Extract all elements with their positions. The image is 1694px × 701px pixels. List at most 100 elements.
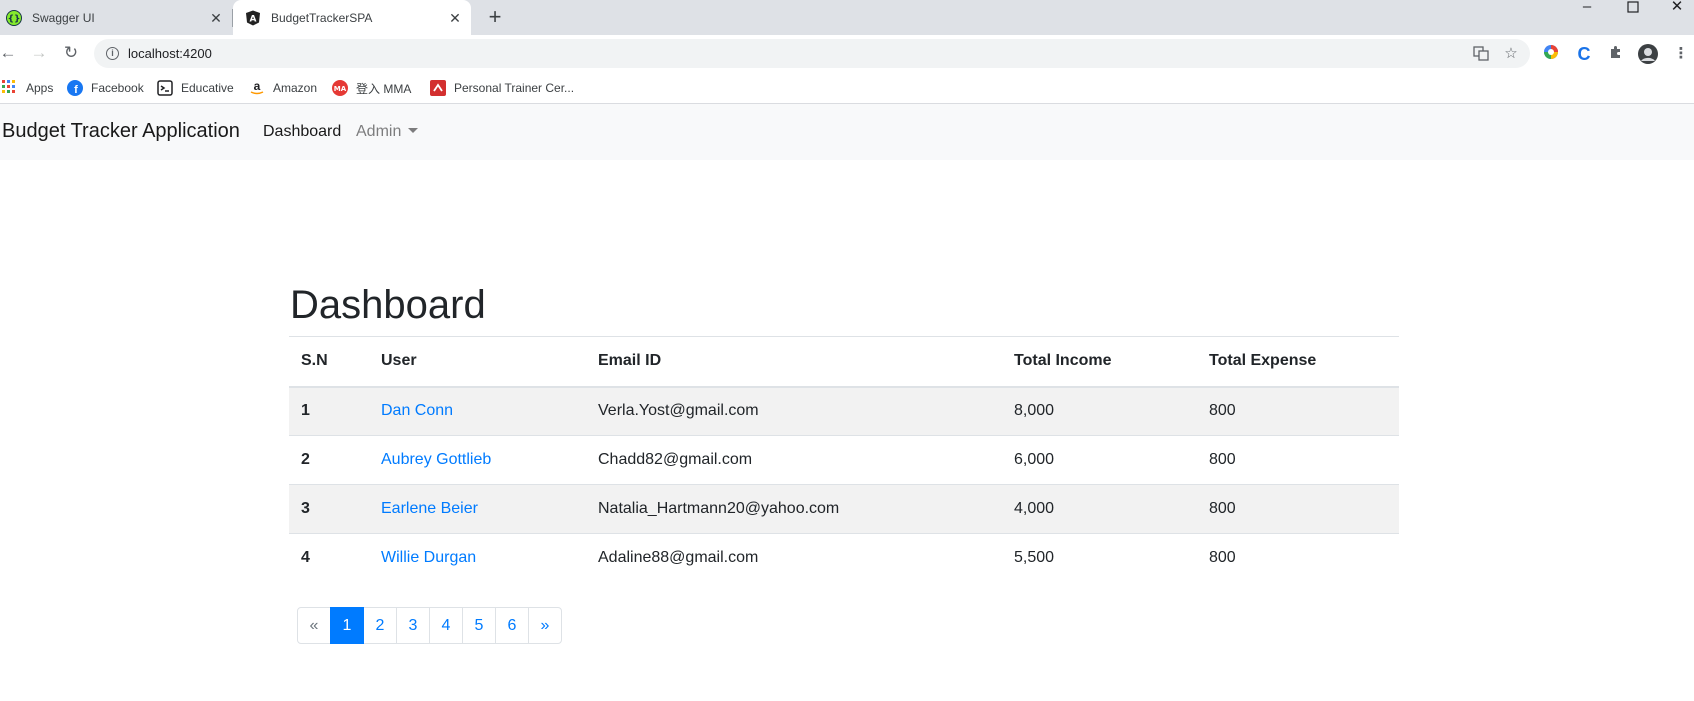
- user-link[interactable]: Aubrey Gottlieb: [381, 451, 491, 468]
- menu-kebab-icon[interactable]: ⋮: [1671, 44, 1691, 64]
- minimize-icon[interactable]: –: [1567, 0, 1607, 30]
- column-header-email: Email ID: [586, 336, 1002, 388]
- close-window-icon[interactable]: ✕: [1657, 0, 1694, 30]
- svg-text:a: a: [254, 80, 261, 93]
- cell-user: Willie Durgan: [369, 533, 586, 583]
- cell-total-income: 8,000: [1002, 386, 1197, 436]
- pagination-page-5[interactable]: 5: [462, 607, 496, 644]
- column-header-total-income: Total Income: [1002, 336, 1197, 388]
- table-row: 3 Earlene Beier Natalia_Hartmann20@yahoo…: [289, 484, 1399, 534]
- nav-admin-dropdown[interactable]: Admin: [356, 123, 419, 141]
- cell-email: Adaline88@gmail.com: [586, 533, 1002, 583]
- column-header-total-expense: Total Expense: [1197, 336, 1399, 388]
- cell-user: Dan Conn: [369, 386, 586, 436]
- close-tab-icon[interactable]: ✕: [447, 10, 463, 26]
- apps-grid-icon: [2, 80, 18, 96]
- nav-admin-label: Admin: [356, 123, 402, 140]
- bookmark-star-icon[interactable]: ☆: [1502, 45, 1520, 63]
- table-row: 2 Aubrey Gottlieb Chadd82@gmail.com 6,00…: [289, 435, 1399, 485]
- pagination-page-4[interactable]: 4: [429, 607, 463, 644]
- angular-favicon-icon: A: [245, 10, 261, 26]
- cell-sn: 2: [289, 435, 369, 485]
- cell-sn: 4: [289, 533, 369, 583]
- educative-icon: [157, 80, 173, 96]
- maximize-icon[interactable]: [1613, 0, 1653, 30]
- cell-total-income: 6,000: [1002, 435, 1197, 485]
- pagination-prev-button[interactable]: «: [297, 607, 331, 644]
- pagination-page-1[interactable]: 1: [330, 607, 364, 644]
- bookmark-apps[interactable]: Apps: [2, 79, 53, 97]
- site-info-icon[interactable]: i: [106, 47, 119, 60]
- new-tab-icon[interactable]: +: [484, 6, 506, 29]
- app-navbar: Budget Tracker Application Dashboard Adm…: [0, 104, 1694, 160]
- cell-user: Aubrey Gottlieb: [369, 435, 586, 485]
- user-link[interactable]: Willie Durgan: [381, 549, 476, 566]
- bookmark-label: Educative: [181, 81, 234, 95]
- tab-title: BudgetTrackerSPA: [271, 10, 373, 25]
- mma-icon: MA: [332, 80, 348, 96]
- pagination-next-button[interactable]: »: [528, 607, 562, 644]
- pagination-page-2[interactable]: 2: [363, 607, 397, 644]
- reload-icon[interactable]: ↻: [59, 41, 83, 65]
- swagger-favicon-icon: {}: [6, 9, 22, 26]
- cell-sn: 3: [289, 484, 369, 534]
- cell-email: Natalia_Hartmann20@yahoo.com: [586, 484, 1002, 534]
- column-header-sn: S.N: [289, 336, 369, 388]
- cell-total-income: 4,000: [1002, 484, 1197, 534]
- color-wheel-extension-icon[interactable]: [1541, 44, 1561, 64]
- url-text[interactable]: localhost:4200: [128, 46, 212, 61]
- column-header-user: User: [369, 336, 586, 388]
- table-header-row: S.N User Email ID Total Income Total Exp…: [289, 336, 1399, 388]
- profile-avatar-icon[interactable]: [1638, 44, 1658, 64]
- tab-title: Swagger UI: [32, 10, 95, 25]
- cell-total-expense: 800: [1197, 533, 1399, 583]
- amazon-icon: a: [249, 79, 265, 96]
- bookmark-educative[interactable]: Educative: [157, 79, 234, 97]
- bookmark-label: Facebook: [91, 81, 144, 95]
- back-arrow-icon[interactable]: ←: [0, 41, 20, 65]
- cell-total-expense: 800: [1197, 386, 1399, 436]
- bookmark-amazon[interactable]: a Amazon: [249, 79, 317, 97]
- svg-text:f: f: [74, 84, 78, 96]
- forward-arrow-icon[interactable]: →: [27, 41, 51, 65]
- pagination: « 1 2 3 4 5 6 »: [297, 607, 562, 644]
- tab-budget-tracker[interactable]: A BudgetTrackerSPA ✕: [233, 0, 471, 35]
- bookmarks-bar: Apps f Facebook Educative a Amazon MA 登入…: [0, 72, 1694, 104]
- user-link[interactable]: Earlene Beier: [381, 500, 478, 517]
- bookmark-facebook[interactable]: f Facebook: [67, 79, 144, 97]
- browser-tab-strip: {} Swagger UI ✕ A BudgetTrackerSPA ✕ + –…: [0, 0, 1694, 35]
- bookmark-label: Amazon: [273, 81, 318, 95]
- bookmark-mma[interactable]: MA 登入 MMA: [332, 79, 411, 97]
- app-brand[interactable]: Budget Tracker Application: [2, 120, 240, 143]
- users-table: S.N User Email ID Total Income Total Exp…: [289, 336, 1399, 583]
- tab-swagger-ui[interactable]: {} Swagger UI ✕: [0, 0, 232, 35]
- bookmark-label: 登入 MMA: [356, 81, 412, 96]
- pagination-page-3[interactable]: 3: [396, 607, 430, 644]
- cell-sn: 1: [289, 386, 369, 436]
- puzzle-extensions-icon[interactable]: [1606, 44, 1626, 64]
- trainer-icon: [430, 80, 446, 96]
- cell-total-expense: 800: [1197, 435, 1399, 485]
- table-row: 4 Willie Durgan Adaline88@gmail.com 5,50…: [289, 533, 1399, 583]
- translate-icon[interactable]: [1472, 45, 1490, 63]
- bookmark-label: Apps: [26, 81, 54, 95]
- pagination-page-6[interactable]: 6: [495, 607, 529, 644]
- bookmark-personal-trainer[interactable]: Personal Trainer Cer...: [430, 79, 574, 97]
- bookmark-label: Personal Trainer Cer...: [454, 81, 575, 95]
- cell-user: Earlene Beier: [369, 484, 586, 534]
- table-row: 1 Dan Conn Verla.Yost@gmail.com 8,000 80…: [289, 386, 1399, 436]
- svg-text:MA: MA: [334, 85, 347, 93]
- svg-text:{}: {}: [8, 14, 21, 24]
- user-link[interactable]: Dan Conn: [381, 402, 453, 419]
- facebook-icon: f: [67, 80, 83, 96]
- svg-text:A: A: [250, 14, 257, 24]
- c-extension-icon[interactable]: C: [1574, 44, 1594, 64]
- page-title: Dashboard: [290, 283, 486, 327]
- cell-email: Chadd82@gmail.com: [586, 435, 1002, 485]
- cell-total-expense: 800: [1197, 484, 1399, 534]
- address-bar-row: ← → ↻ i localhost:4200 ☆ C ⋮: [0, 35, 1694, 72]
- nav-dashboard-link[interactable]: Dashboard: [263, 123, 341, 141]
- caret-down-icon: [408, 128, 419, 133]
- omnibox[interactable]: i localhost:4200 ☆: [94, 39, 1530, 68]
- close-tab-icon[interactable]: ✕: [208, 10, 224, 26]
